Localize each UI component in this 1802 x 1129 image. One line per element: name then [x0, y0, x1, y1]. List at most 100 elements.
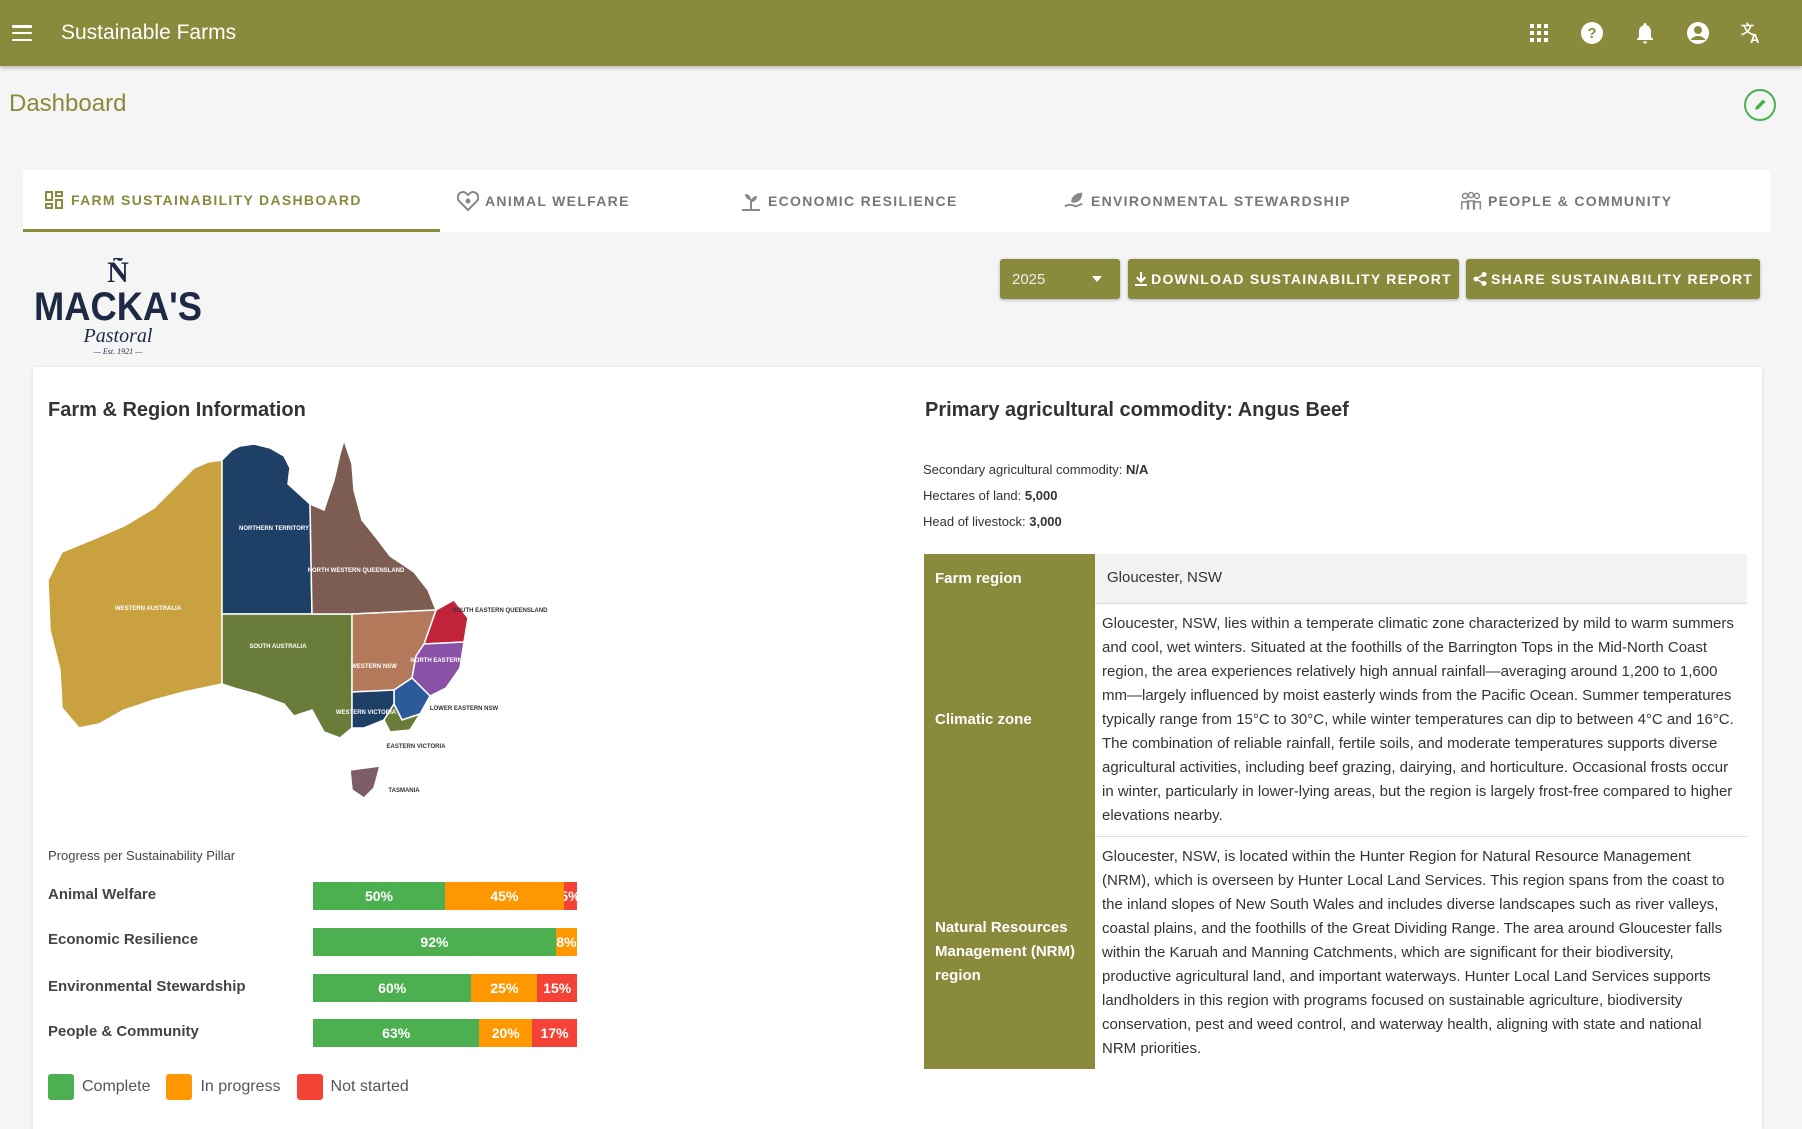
legend-swatch-in-progress — [166, 1074, 193, 1100]
hectares-value: 5,000 — [1024, 488, 1058, 503]
tab-people-community[interactable]: PEOPLE & COMMUNITY — [1460, 170, 1672, 232]
svg-text:A: A — [1750, 31, 1760, 45]
tab-economic-resilience[interactable]: ECONOMIC RESILIENCE — [740, 170, 958, 232]
app-bar: Sustainable Farms ? 文A — [0, 0, 1802, 66]
legend-label: Complete — [82, 1078, 151, 1095]
segment-in-progress: 25% — [471, 974, 538, 1002]
map-label-south-eastern-queensland: SOUTH EASTERN QUEENSLAND — [452, 608, 548, 614]
map-label-western-nsw: WESTERN NSW — [351, 664, 397, 670]
tab-label: FARM SUSTAINABILITY DASHBOARD — [71, 191, 362, 208]
translate-icon[interactable]: 文A — [1738, 20, 1764, 46]
share-icon — [1473, 272, 1487, 286]
farm-facts: Secondary agricultural commodity: N/A He… — [923, 457, 1148, 535]
download-label: DOWNLOAD SUSTAINABILITY REPORT — [1151, 271, 1452, 287]
map-label-south-australia: SOUTH AUSTRALIA — [249, 644, 307, 650]
mackas-pastoral-logo: Ñ MACKA'S Pastoral — Est. 1921 — — [34, 258, 202, 356]
pillar-label: Animal Welfare — [48, 886, 157, 903]
map-region-south-australia — [221, 613, 353, 739]
tab-farm-sustainability-dashboard[interactable]: FARM SUSTAINABILITY DASHBOARD — [23, 170, 440, 232]
segment-in-progress: 20% — [479, 1019, 533, 1047]
region-info-table: Farm region Gloucester, NSW Climatic zon… — [924, 554, 1747, 1069]
livestock-value: 3,000 — [1029, 514, 1062, 529]
hand-leaf-icon — [1063, 190, 1085, 212]
map-region-tasmania — [349, 765, 382, 799]
legend-label: In progress — [200, 1078, 281, 1095]
apps-grid-icon[interactable] — [1526, 20, 1552, 46]
legend-not-started: Not started — [296, 1074, 409, 1100]
edit-button[interactable] — [1744, 89, 1776, 121]
app-bar-actions: ? 文A — [1526, 0, 1764, 66]
share-report-button[interactable]: SHARE SUSTAINABILITY REPORT — [1466, 259, 1760, 299]
farm-region-section-title: Farm & Region Information — [48, 399, 306, 421]
svg-text:?: ? — [1587, 25, 1596, 42]
tab-environmental-stewardship[interactable]: ENVIRONMENTAL STEWARDSHIP — [1063, 170, 1351, 232]
account-circle-icon[interactable] — [1685, 20, 1711, 46]
segment-in-progress: 45% — [445, 882, 564, 910]
primary-commodity-value: Angus Beef — [1237, 399, 1349, 421]
secondary-commodity-value: N/A — [1126, 462, 1149, 477]
primary-commodity-label: Primary agricultural commodity: — [925, 399, 1233, 421]
row-header: Climatic zone — [924, 603, 1095, 836]
progress-bar-animal-welfare: 50% 45% 5% — [313, 882, 577, 910]
map-label-tasmania: TASMANIA — [388, 788, 420, 794]
svg-text:— Est. 1921 —: — Est. 1921 — — [93, 347, 143, 356]
primary-commodity: Primary agricultural commodity: Angus Be… — [925, 399, 1349, 422]
tab-label: ANIMAL WELFARE — [485, 193, 630, 209]
map-label-lower-eastern-nsw: LOWER EASTERN NSW — [430, 706, 499, 712]
tab-label: PEOPLE & COMMUNITY — [1488, 193, 1673, 209]
map-label-western-victoria: WESTERN VICTORIA — [336, 710, 397, 716]
download-report-button[interactable]: DOWNLOAD SUSTAINABILITY REPORT — [1128, 259, 1459, 299]
map-region-western-australia — [47, 459, 223, 729]
map-label-north-eastern-nsw: NORTH EASTERN NSW — [410, 658, 478, 664]
tab-animal-welfare[interactable]: ANIMAL WELFARE — [457, 170, 630, 232]
legend-in-progress: In progress — [166, 1074, 281, 1100]
tab-label: ECONOMIC RESILIENCE — [768, 193, 958, 209]
svg-text:Pastoral: Pastoral — [83, 325, 153, 347]
pencil-icon — [1755, 99, 1766, 110]
row-header: Farm region — [924, 554, 1095, 603]
help-icon[interactable]: ? — [1579, 20, 1605, 46]
segment-complete: 63% — [313, 1019, 480, 1047]
dashboard-icon — [43, 189, 65, 211]
row-header: Natural Resources Management (NRM) regio… — [924, 836, 1095, 1069]
tab-label: ENVIRONMENTAL STEWARDSHIP — [1091, 193, 1351, 209]
segment-not-started: 5% — [563, 882, 577, 910]
secondary-commodity-label: Secondary agricultural commodity: — [923, 462, 1123, 477]
segment-complete: 60% — [313, 974, 472, 1002]
legend-swatch-not-started — [296, 1074, 323, 1100]
legend-swatch-complete — [48, 1074, 74, 1100]
map-region-north-western-queensland — [309, 440, 438, 615]
legend-label: Not started — [330, 1078, 409, 1095]
pillar-label: Economic Resilience — [48, 931, 199, 948]
australia-regions-map: WESTERN AUSTRALIA NORTHERN TERRITORY NOR… — [47, 440, 548, 799]
segment-not-started: 15% — [537, 974, 577, 1002]
table-row: Farm region Gloucester, NSW — [924, 554, 1747, 604]
app-title: Sustainable Farms — [61, 21, 237, 44]
menu-icon[interactable] — [12, 25, 32, 41]
map-label-north-western-queensland: NORTH WESTERN QUEENSLAND — [308, 568, 405, 574]
progress-title: Progress per Sustainability Pillar — [48, 848, 236, 863]
year-select[interactable]: 2025 — [1000, 259, 1120, 299]
segment-complete: 92% — [313, 928, 556, 956]
livestock-label: Head of livestock: — [923, 514, 1026, 529]
climatic-zone-value: Gloucester, NSW, lies within a temperate… — [1095, 603, 1747, 837]
tab-bar: FARM SUSTAINABILITY DASHBOARD ANIMAL WEL… — [23, 170, 1770, 232]
pillar-label: People & Community — [48, 1023, 199, 1040]
progress-bar-people-community: 63% 20% 17% — [313, 1019, 577, 1047]
progress-legend: Complete In progress Not started — [48, 1074, 425, 1100]
heart-paw-icon — [457, 190, 479, 212]
segment-in-progress: 8% — [555, 928, 577, 956]
segment-not-started: 17% — [532, 1019, 577, 1047]
pillar-label: Environmental Stewardship — [48, 978, 246, 995]
hectares-label: Hectares of land: — [923, 488, 1022, 503]
download-icon — [1135, 272, 1148, 286]
map-label-eastern-victoria: EASTERN VICTORIA — [387, 744, 447, 750]
progress-bar-economic-resilience: 92% 8% — [313, 928, 577, 956]
caret-down-icon — [1092, 276, 1102, 282]
segment-complete: 50% — [313, 882, 445, 910]
progress-bar-environmental-stewardship: 60% 25% 15% — [313, 974, 577, 1002]
year-value: 2025 — [1012, 270, 1046, 288]
table-row: Natural Resources Management (NRM) regio… — [924, 836, 1747, 1069]
notifications-bell-icon[interactable] — [1632, 20, 1658, 46]
farm-region-value: Gloucester, NSW — [1095, 554, 1747, 604]
